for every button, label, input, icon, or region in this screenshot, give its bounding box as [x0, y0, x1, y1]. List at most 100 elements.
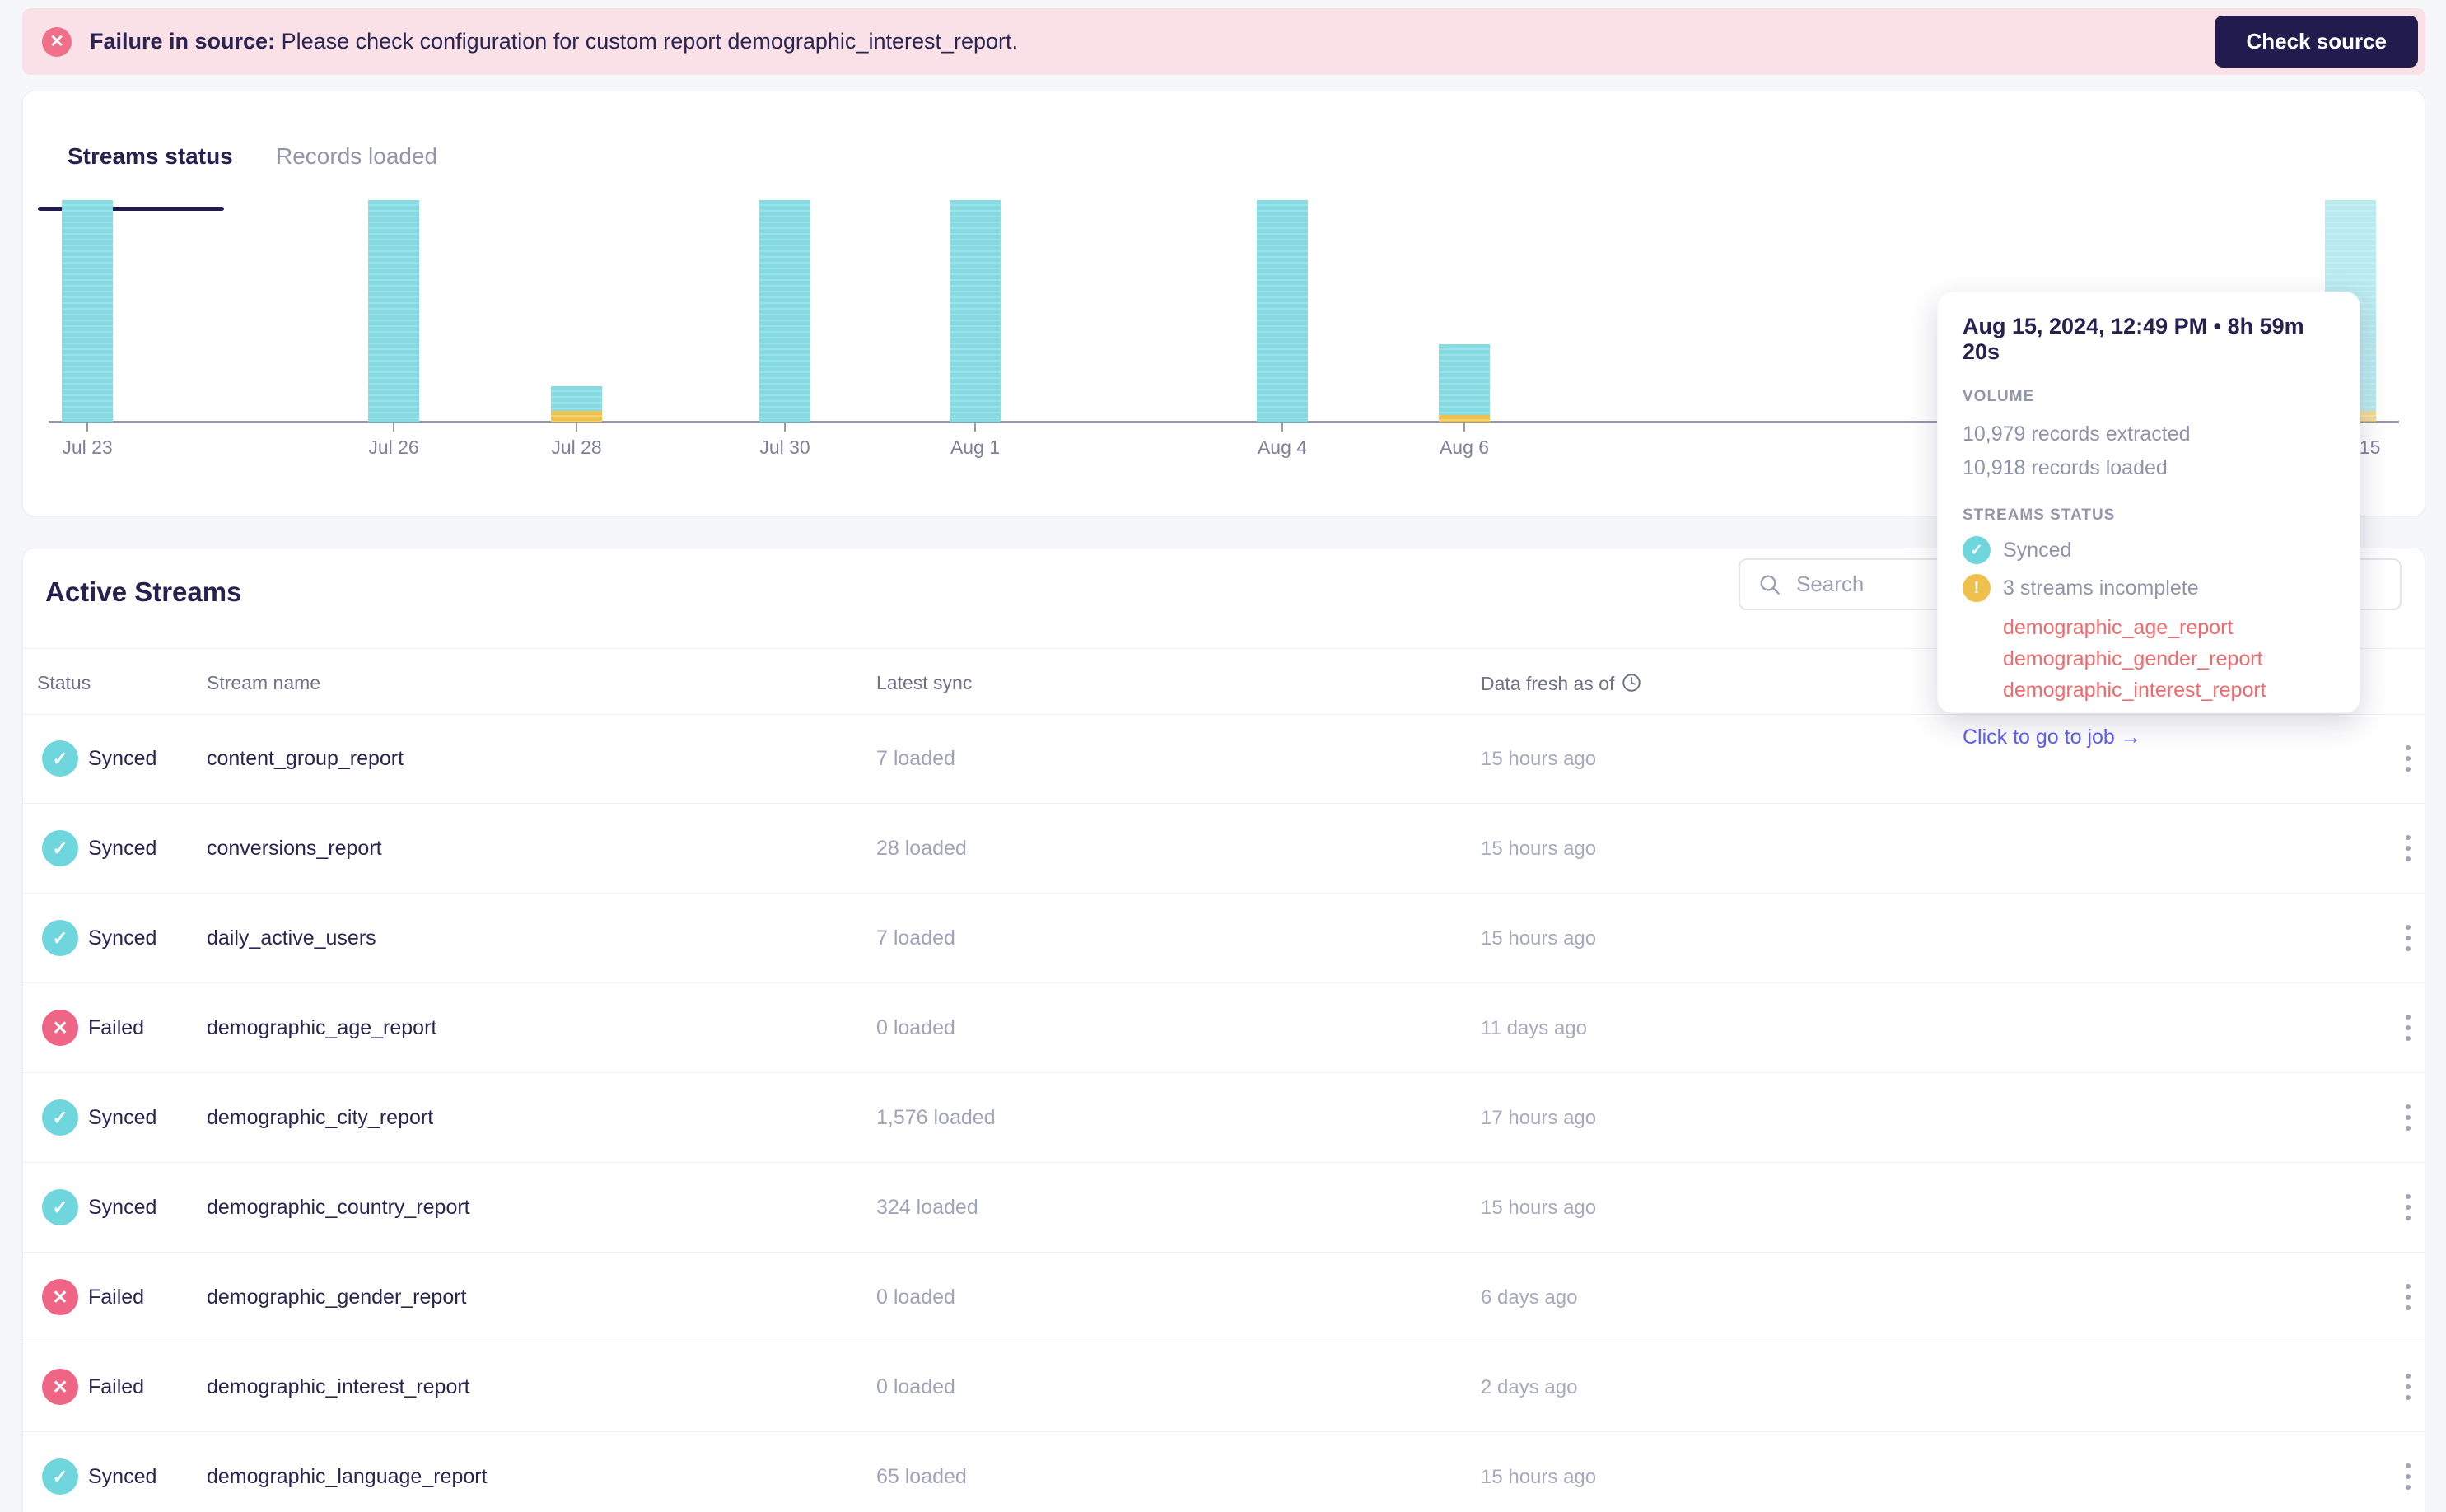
data-fresh-value: 15 hours ago: [1481, 1197, 1597, 1219]
data-fresh-value: 15 hours ago: [1481, 927, 1597, 950]
chart-bar-jul-28[interactable]: [551, 386, 602, 422]
latest-sync-value: 7 loaded: [876, 747, 955, 770]
status-icon: ✕: [42, 1369, 78, 1405]
bar-loaded-segment: [759, 200, 810, 422]
status-icon: ✕: [42, 1279, 78, 1315]
status-icon: ✓: [42, 1099, 78, 1136]
stream-name: daily_active_users: [207, 926, 376, 950]
table-row: ✓ Synced demographic_country_report 324 …: [23, 1163, 2425, 1253]
check-source-button[interactable]: Check source: [2215, 16, 2418, 68]
stream-name: demographic_interest_report: [207, 1375, 470, 1398]
tab-records-loaded[interactable]: Records loaded: [276, 143, 437, 170]
tooltip-incomplete-streams: demographic_age_report demographic_gender…: [1963, 612, 2335, 706]
status-icon: ✓: [42, 920, 78, 956]
tooltip-records-extracted: 10,979 records extracted: [1963, 422, 2191, 446]
table-row: ✓ Synced daily_active_users 7 loaded 15 …: [23, 894, 2425, 983]
tooltip-streams-status-label: STREAMS STATUS: [1963, 506, 2116, 524]
status-label: Synced: [88, 926, 157, 950]
row-menu-button[interactable]: [2393, 1192, 2423, 1222]
incomplete-stream-link[interactable]: demographic_age_report: [2003, 612, 2335, 643]
go-to-job-link[interactable]: Click to go to job →: [1963, 726, 2335, 749]
status-label: Synced: [88, 1465, 157, 1488]
row-menu-button[interactable]: [2393, 833, 2423, 863]
data-fresh-value: 15 hours ago: [1481, 748, 1597, 770]
row-menu-button[interactable]: [2393, 744, 2423, 773]
chart-bar-aug-1[interactable]: [950, 200, 1001, 422]
incomplete-stream-link[interactable]: demographic_interest_report: [2003, 674, 2335, 706]
error-banner-message: Failure in source: Please check configur…: [90, 29, 1018, 54]
row-menu-button[interactable]: [2393, 1013, 2423, 1043]
tooltip-incomplete-label: 3 streams incomplete: [2003, 576, 2199, 600]
status-label: Synced: [88, 837, 157, 860]
tooltip-records-loaded: 10,918 records loaded: [1963, 456, 2168, 479]
status-icon: ✕: [42, 1010, 78, 1046]
x-axis-label: Jul 28: [551, 436, 602, 458]
latest-sync-value: 0 loaded: [876, 1016, 955, 1039]
bar-loaded-segment: [1439, 344, 1490, 415]
axis-tick: [576, 423, 577, 432]
latest-sync-value: 0 loaded: [876, 1375, 955, 1398]
latest-sync-value: 65 loaded: [876, 1465, 967, 1488]
axis-tick: [86, 423, 88, 432]
status-label: Failed: [88, 1375, 145, 1398]
axis-tick: [1281, 423, 1283, 432]
status-label: Failed: [88, 1286, 145, 1309]
row-menu-button[interactable]: [2393, 923, 2423, 953]
data-fresh-value: 15 hours ago: [1481, 838, 1597, 860]
incomplete-stream-link[interactable]: demographic_gender_report: [2003, 643, 2335, 674]
axis-tick: [393, 423, 394, 432]
x-axis-label: Aug 6: [1439, 436, 1490, 458]
bar-incomplete-segment: [1439, 415, 1490, 422]
tab-streams-status[interactable]: Streams status: [68, 143, 233, 170]
stream-name: conversions_report: [207, 837, 382, 860]
data-fresh-value: 2 days ago: [1481, 1376, 1578, 1398]
error-banner-message-rest: Please check configuration for custom re…: [275, 29, 1019, 54]
x-axis-label: Aug 4: [1257, 436, 1308, 458]
chart-bar-aug-6[interactable]: [1439, 344, 1490, 422]
synced-check-icon: ✓: [1963, 536, 1991, 564]
stream-name: demographic_gender_report: [207, 1286, 467, 1309]
error-circle-icon: ✕: [42, 26, 72, 57]
latest-sync-value: 28 loaded: [876, 837, 967, 860]
chart-bar-aug-4[interactable]: [1257, 200, 1308, 422]
axis-tick: [1463, 423, 1465, 432]
tooltip-synced-label: Synced: [2003, 538, 2072, 562]
column-header-data-fresh: Data fresh as of: [1481, 672, 1642, 695]
chart-bar-jul-23[interactable]: [62, 200, 113, 422]
x-axis-label: Jul 26: [368, 436, 419, 458]
row-menu-button[interactable]: [2393, 1282, 2423, 1312]
tooltip-title: Aug 15, 2024, 12:49 PM • 8h 59m 20s: [1963, 314, 2304, 364]
row-menu-button[interactable]: [2393, 1103, 2423, 1132]
data-fresh-value: 17 hours ago: [1481, 1107, 1597, 1129]
sync-dashboard: ✕ Failure in source: Please check config…: [0, 0, 2446, 1512]
warning-icon: !: [1963, 574, 1991, 602]
error-banner: ✕ Failure in source: Please check config…: [22, 8, 2425, 75]
status-icon: ✓: [42, 1189, 78, 1225]
data-fresh-value: 6 days ago: [1481, 1286, 1578, 1309]
row-menu-button[interactable]: [2393, 1372, 2423, 1402]
axis-tick: [784, 423, 786, 432]
latest-sync-value: 7 loaded: [876, 926, 955, 950]
status-label: Failed: [88, 1016, 145, 1039]
x-axis-label: Jul 30: [759, 436, 810, 458]
chart-bar-jul-26[interactable]: [368, 200, 419, 422]
latest-sync-value: 324 loaded: [876, 1196, 978, 1219]
stream-name: demographic_age_report: [207, 1016, 437, 1039]
chart-bar-jul-30[interactable]: [759, 200, 810, 422]
clock-icon[interactable]: [1621, 672, 1642, 693]
table-row: ✕ Failed demographic_interest_report 0 l…: [23, 1342, 2425, 1432]
column-header-data-fresh-label: Data fresh as of: [1481, 673, 1615, 694]
latest-sync-value: 1,576 loaded: [876, 1106, 996, 1129]
tooltip-synced-row: ✓ Synced: [1963, 536, 2335, 564]
column-header-latest-sync: Latest sync: [876, 672, 973, 693]
status-icon: ✓: [42, 740, 78, 777]
data-fresh-value: 11 days ago: [1481, 1017, 1587, 1039]
sync-tooltip: Aug 15, 2024, 12:49 PM • 8h 59m 20s VOLU…: [1937, 292, 2360, 749]
column-header-stream-name: Stream name: [207, 672, 321, 693]
streams-table-body: ✓ Synced content_group_report 7 loaded 1…: [23, 714, 2425, 1512]
table-row: ✓ Synced demographic_city_report 1,576 l…: [23, 1073, 2425, 1163]
latest-sync-value: 0 loaded: [876, 1286, 955, 1309]
status-label: Synced: [88, 1106, 157, 1129]
table-row: ✕ Failed demographic_gender_report 0 loa…: [23, 1253, 2425, 1342]
row-menu-button[interactable]: [2393, 1462, 2423, 1491]
